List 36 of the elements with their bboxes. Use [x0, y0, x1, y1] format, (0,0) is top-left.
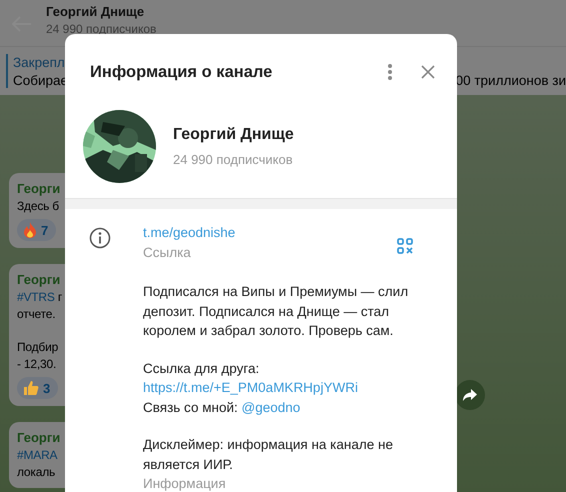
pinned-label: Закрепл	[13, 54, 66, 70]
hashtag-link[interactable]: #VTRS	[17, 290, 55, 304]
message-author: Георги	[17, 429, 62, 447]
qr-code-icon[interactable]	[397, 238, 413, 254]
message-text: - 12,30.	[17, 356, 58, 373]
message-text: Здесь б	[17, 198, 60, 215]
hashtag-link[interactable]: #MARA	[17, 448, 58, 462]
info-icon	[89, 227, 111, 249]
description-text: Ссылка для друга:	[143, 360, 260, 378]
forward-arrow-icon	[463, 389, 477, 401]
reaction-chip[interactable]: 7	[17, 219, 56, 241]
description-text: Связь со мной: @geodno	[143, 398, 302, 417]
dialog-title: Информация о канале	[90, 62, 274, 82]
more-options-icon[interactable]	[387, 63, 393, 81]
fire-icon	[23, 222, 37, 238]
field-caption: Информация	[143, 475, 227, 492]
message-text: Подбир	[17, 339, 60, 356]
thumbs-up-icon	[23, 380, 39, 396]
field-caption: Ссылка	[143, 245, 192, 260]
username-link[interactable]: @geodno	[242, 400, 300, 414]
description-text: Дисклеймер: информация на канале не является ИИР.	[143, 436, 394, 474]
channel-link[interactable]: t.me/geodnishe	[143, 225, 397, 240]
share-button[interactable]	[455, 380, 485, 410]
invite-link[interactable]: https://t.me/+E_PM0aMKRHpjYWRi	[143, 378, 433, 398]
channel-name: Георгий Днище	[173, 126, 294, 144]
close-icon[interactable]	[421, 65, 435, 79]
subscriber-count: 24 990 подписчиков	[46, 22, 156, 36]
message-text: отчете.	[17, 306, 56, 323]
chat-title: Георгий Днище	[46, 4, 146, 19]
reaction-chip[interactable]: 3	[17, 377, 58, 399]
message-author: Георги	[17, 180, 62, 198]
pinned-text: Собирае	[13, 72, 68, 88]
message-author: Георги	[17, 271, 62, 289]
message-text: локаль	[17, 464, 56, 481]
description-text: Подписался на Випы и Премиумы — слил депозит. Подписался на Днище — стал королем и забрал золото. Проверь сам.	[143, 283, 410, 340]
subscriber-count: 24 990 подписчиков	[173, 152, 294, 166]
